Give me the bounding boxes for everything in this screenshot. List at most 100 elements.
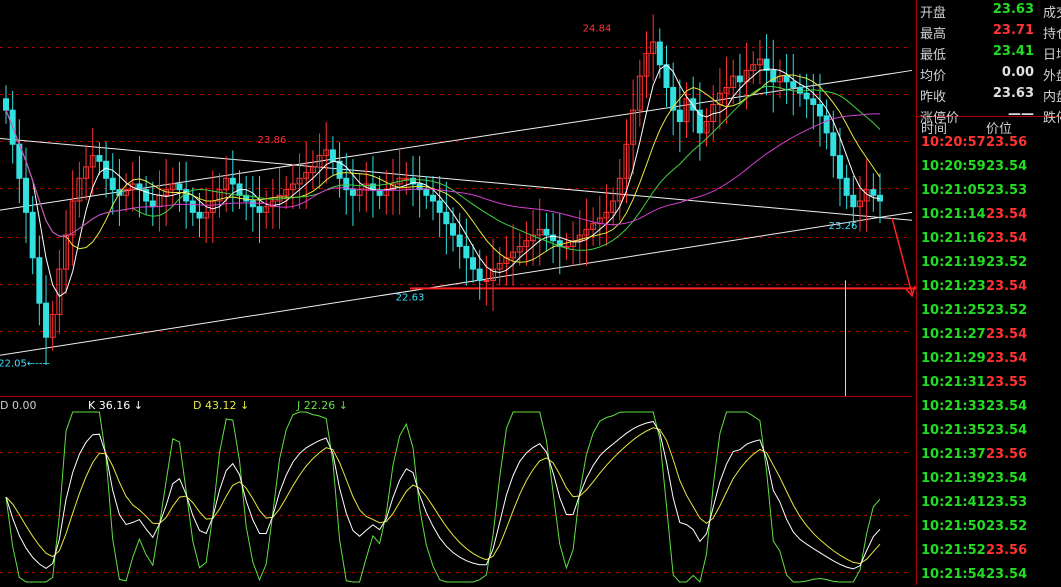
- candle-body: [256, 206, 263, 213]
- candle-body: [249, 200, 256, 208]
- tick-time: 10:21:37: [921, 447, 986, 462]
- tick-price: 23.54: [986, 207, 1028, 222]
- tick-time: 10:21:23: [921, 279, 986, 294]
- info-row: 昨收 23.63 内盘: [918, 84, 1061, 105]
- candle-body: [830, 132, 837, 157]
- tick-row[interactable]: 10:21:50 23.52: [918, 515, 1061, 539]
- tick-row[interactable]: 10:20:59 23.54: [918, 155, 1061, 179]
- candle-body: [149, 200, 156, 208]
- candle-body: [483, 279, 490, 282]
- tick-time: 10:21:35: [921, 423, 986, 438]
- info-value: 0.00: [1001, 65, 1034, 80]
- tick-time: 10:21:54: [921, 567, 986, 582]
- candle-body: [403, 177, 410, 180]
- tick-time: 10:21:33: [921, 399, 986, 414]
- indicator-header: D 0.00 K 36.16 ↓ D 43.12 ↓ J 22.26 ↓: [0, 399, 348, 412]
- candle-body: [176, 183, 183, 191]
- tick-row[interactable]: 10:20:57 23.56: [918, 131, 1061, 155]
- info-value: 23.63: [992, 2, 1034, 17]
- candle-body: [803, 92, 810, 100]
- chart-stage: 24.84 23.86 23.26 22.63 22.05←---- D 0.00 K …: [0, 0, 1061, 585]
- tick-row[interactable]: 10:21:29 23.54: [918, 347, 1061, 371]
- tick-row[interactable]: 10:21:39 23.54: [918, 467, 1061, 491]
- candle-body: [109, 177, 116, 191]
- candle-body: [790, 81, 797, 88]
- price-annotation: 23.26: [829, 221, 858, 232]
- info-side-label: 成交: [1043, 6, 1061, 21]
- tick-price: 23.54: [986, 231, 1028, 246]
- tick-row[interactable]: 10:21:54 23.54: [918, 563, 1061, 587]
- candle-body: [189, 200, 196, 213]
- main-chart-grid: [0, 47, 912, 397]
- candle-body: [476, 268, 483, 281]
- candle-body: [810, 98, 817, 106]
- main-chart-trendlines: [0, 69, 916, 396]
- tick-price: 23.54: [986, 567, 1028, 582]
- tick-time: 10:20:57: [921, 135, 986, 150]
- tick-row[interactable]: 10:21:35 23.54: [918, 419, 1061, 443]
- candle-body: [450, 223, 457, 236]
- candle-body: [23, 177, 30, 213]
- ma20-line: [5, 85, 881, 251]
- tick-time: 10:21:31: [921, 375, 986, 390]
- tick-row[interactable]: 10:21:37 23.56: [918, 443, 1061, 467]
- tick-row[interactable]: 10:21:23 23.54: [918, 275, 1061, 299]
- candle-body: [543, 228, 550, 236]
- candle-body: [816, 104, 823, 117]
- indicator-d0-label: D 0.00: [0, 399, 36, 412]
- tick-time: 10:21:52: [921, 543, 986, 558]
- tick-row[interactable]: 10:21:31 23.55: [918, 371, 1061, 395]
- info-row: 均价 0.00 外盘: [918, 63, 1061, 84]
- tick-row[interactable]: 10:21:05 23.53: [918, 179, 1061, 203]
- candle-body: [870, 189, 877, 196]
- tick-price: 23.53: [986, 183, 1028, 198]
- tick-row[interactable]: 10:21:14 23.54: [918, 203, 1061, 227]
- indicator-d-label: D 43.12 ↓: [193, 399, 249, 412]
- candle-body: [456, 234, 463, 247]
- tick-time: 10:21:05: [921, 183, 986, 198]
- candle-body: [423, 189, 430, 196]
- main-chart-candles: [3, 14, 883, 366]
- candle-body: [663, 64, 670, 88]
- candle-body: [349, 189, 356, 196]
- candle-body: [183, 189, 190, 202]
- candle-body: [763, 58, 770, 71]
- info-side-label: 日增: [1043, 48, 1061, 63]
- tick-time: 10:21:41: [921, 495, 986, 510]
- tick-row[interactable]: 10:21:16 23.54: [918, 227, 1061, 251]
- tick-price: 23.52: [986, 255, 1028, 270]
- tick-row[interactable]: 10:21:19 23.52: [918, 251, 1061, 275]
- candle-body: [843, 177, 850, 196]
- tick-time: 10:21:50: [921, 519, 986, 534]
- tick-price: 23.52: [986, 303, 1028, 318]
- tick-price: 23.54: [986, 423, 1028, 438]
- tick-row[interactable]: 10:21:25 23.52: [918, 299, 1061, 323]
- candle-body: [736, 75, 743, 83]
- tick-price: 23.56: [986, 135, 1028, 150]
- candle-body: [436, 200, 443, 213]
- tick-row[interactable]: 10:21:41 23.53: [918, 491, 1061, 515]
- candle-body: [463, 245, 470, 259]
- tick-time: 10:21:16: [921, 231, 986, 246]
- tick-price: 23.54: [986, 399, 1028, 414]
- info-label: 开盘: [920, 6, 947, 21]
- price-annotation: 24.84: [583, 24, 612, 35]
- d-line: [5, 427, 881, 565]
- main-chart-annotations: 24.84 23.86 23.26 22.63 22.05←----: [0, 24, 857, 370]
- tick-row[interactable]: 10:21:33 23.54: [918, 395, 1061, 419]
- j-line: [5, 411, 881, 583]
- candle-body: [29, 211, 36, 259]
- candle-body: [36, 257, 43, 304]
- info-row: 最高 23.71 持仓: [918, 21, 1061, 42]
- tick-price: 23.56: [986, 447, 1028, 462]
- indicator-k-label: K 36.16 ↓: [88, 399, 143, 412]
- info-label: 最高: [920, 27, 947, 42]
- tick-row[interactable]: 10:21:27 23.54: [918, 323, 1061, 347]
- indicator-lines: [5, 411, 881, 583]
- tick-price: 23.53: [986, 495, 1028, 510]
- tick-price: 23.55: [986, 375, 1028, 390]
- tick-row[interactable]: 10:21:52 23.56: [918, 539, 1061, 563]
- ma10-line: [5, 74, 881, 263]
- info-side-label: 持仓: [1043, 27, 1061, 42]
- candle-body: [429, 194, 436, 202]
